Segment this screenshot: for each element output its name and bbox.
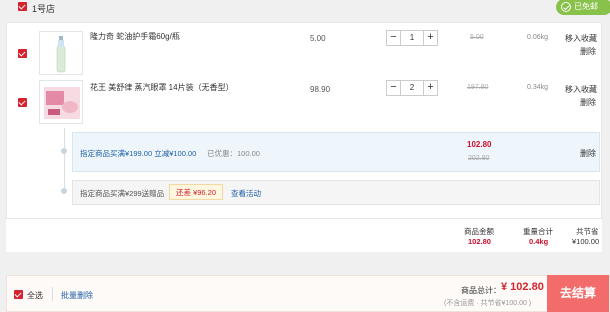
- hand-cream-image: [56, 36, 66, 73]
- promo-delete-link[interactable]: 删除: [580, 148, 596, 159]
- checkout-bar: 全选 批量删除 商品总计： ¥ 102.80 (不含运费 · 共节省¥100.0…: [6, 275, 610, 312]
- still-short-badge: 还差 ¥96.20: [169, 184, 224, 200]
- checkout-button[interactable]: 去结算: [547, 275, 609, 312]
- store-name[interactable]: 1号店: [32, 2, 55, 15]
- item-price: 5.00: [310, 34, 326, 43]
- item-select-checkbox[interactable]: [18, 49, 27, 58]
- eye-mask-image: [44, 87, 80, 119]
- store-header: 1号店 已免邮: [0, 0, 610, 16]
- store-summary: 商品金额 102.80 重量合计 0.4kg 共节省 ¥100.00: [6, 218, 602, 252]
- item-name[interactable]: 隆力奇 蛇油护手霜60g/瓶: [90, 31, 180, 42]
- item-select-checkbox[interactable]: [18, 98, 27, 107]
- select-all-checkbox[interactable]: [14, 290, 23, 299]
- item-original-price: 197.80: [467, 84, 489, 91]
- amount-value: 102.80: [468, 237, 491, 246]
- product-thumbnail[interactable]: [39, 80, 83, 124]
- timeline-dot: [61, 188, 67, 194]
- gift-rule: 指定商品买满¥299送赠品: [80, 189, 165, 198]
- item-weight: 0.06kg: [527, 34, 549, 41]
- item-weight: 0.34kg: [527, 84, 549, 91]
- check-circle-icon: [561, 2, 571, 12]
- promo-timeline: [64, 128, 65, 190]
- move-to-favorites-link[interactable]: 移入收藏: [565, 33, 597, 44]
- divider: [52, 287, 53, 301]
- quantity-input[interactable]: 2: [401, 81, 423, 95]
- total-label: 商品总计：: [461, 286, 501, 295]
- quantity-stepper: − 2 +: [386, 80, 438, 96]
- batch-delete-link[interactable]: 批量删除: [61, 290, 93, 301]
- promo-rule[interactable]: 指定商品买满¥199.00 立减¥100.00: [80, 148, 196, 159]
- increase-button[interactable]: +: [423, 81, 437, 95]
- amount-label: 商品金额: [464, 227, 494, 236]
- store-select-checkbox[interactable]: [18, 2, 27, 11]
- quantity-input[interactable]: 1: [401, 31, 423, 45]
- move-to-favorites-link[interactable]: 移入收藏: [565, 84, 597, 95]
- full-reduction-promo: 指定商品买满¥199.00 立减¥100.00 已优惠：100.00 102.8…: [72, 132, 600, 172]
- item-original-price: 5.00: [470, 34, 484, 41]
- total-value: ¥ 102.80: [501, 281, 544, 293]
- view-activity-link[interactable]: 查看活动: [231, 188, 261, 199]
- delete-link[interactable]: 删除: [580, 97, 596, 108]
- item-price: 98.90: [310, 85, 331, 94]
- increase-button[interactable]: +: [423, 31, 437, 45]
- saved-total-label: 共节省: [576, 227, 599, 236]
- promo-saved: 已优惠：100.00: [207, 149, 260, 158]
- weight-total-label: 重量合计: [523, 227, 553, 236]
- select-all-label[interactable]: 全选: [27, 290, 43, 301]
- quantity-stepper: − 1 +: [386, 30, 438, 46]
- total-note: (不含运费 · 共节省¥100.00 ): [444, 300, 532, 307]
- item-name[interactable]: 花王 美舒律 蒸汽眼罩 14片装（无香型）: [90, 82, 234, 93]
- timeline-dot: [61, 148, 67, 154]
- promo-price-after: 102.80: [467, 140, 492, 149]
- decrease-button[interactable]: −: [387, 31, 401, 45]
- free-shipping-badge: 已免邮: [556, 0, 610, 15]
- decrease-button[interactable]: −: [387, 81, 401, 95]
- gift-promo: 指定商品买满¥299送赠品 还差 ¥96.20 查看活动: [72, 180, 600, 205]
- delete-link[interactable]: 删除: [580, 46, 596, 57]
- saved-total-value: ¥100.00: [572, 237, 600, 246]
- product-thumbnail[interactable]: [39, 31, 83, 75]
- promo-price-before: 202.80: [468, 155, 490, 162]
- weight-total-value: 0.4kg: [529, 237, 549, 246]
- free-shipping-label: 已免邮: [574, 2, 598, 11]
